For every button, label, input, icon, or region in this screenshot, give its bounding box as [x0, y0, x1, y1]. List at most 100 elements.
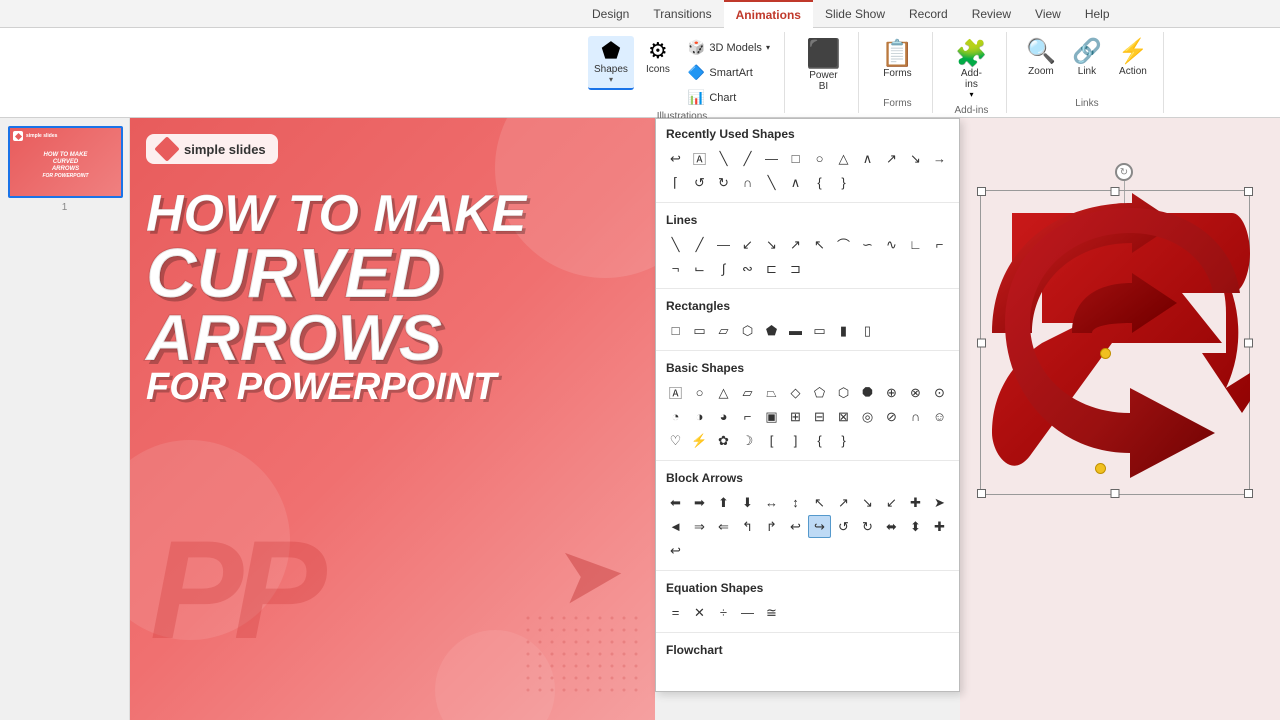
line-arrow-bl[interactable]: ↙ — [736, 233, 759, 256]
shape-triangle[interactable]: △ — [832, 147, 855, 170]
tab-help[interactable]: Help — [1073, 0, 1122, 28]
rect-snip3[interactable]: ▭ — [808, 319, 831, 342]
line-wave2[interactable]: ∿ — [880, 233, 903, 256]
shape-arrow-br[interactable]: ↗ — [880, 147, 903, 170]
line-corner1[interactable]: ∟ — [904, 233, 927, 256]
basic-text[interactable]: 🄰 — [664, 381, 687, 404]
line-corner4[interactable]: ⌙ — [688, 257, 711, 280]
shape-line1[interactable]: ╲ — [712, 147, 735, 170]
shape-curve-arrow[interactable]: ↩ — [664, 147, 687, 170]
rotate-handle[interactable]: ↻ — [1115, 163, 1133, 181]
rect-round2[interactable]: ▱ — [712, 319, 735, 342]
ba-dl[interactable]: ↙ — [880, 491, 903, 514]
basic-c1[interactable]: ⊕ — [880, 381, 903, 404]
line-conn2[interactable]: ⊐ — [784, 257, 807, 280]
basic-bracer[interactable]: } — [832, 429, 855, 452]
shape-wave[interactable]: ↺ — [688, 171, 711, 194]
line-corner2[interactable]: ⌐ — [928, 233, 951, 256]
basic-penta[interactable]: ⬠ — [808, 381, 831, 404]
ba-loop-r[interactable]: ↻ — [856, 515, 879, 538]
ba-ul[interactable]: ↖ — [808, 491, 831, 514]
basic-lightning[interactable]: ⚡ — [688, 429, 711, 452]
3dmodels-button[interactable]: 🎲 3D Models ▾ — [682, 36, 776, 59]
ba-quad[interactable]: ⬍ — [904, 515, 927, 538]
basic-plaque[interactable]: ⊞ — [784, 405, 807, 428]
rect-snip2[interactable]: ⬟ — [760, 319, 783, 342]
shape-arrow-bl[interactable]: ↘ — [904, 147, 927, 170]
ba-ud[interactable]: ↕ — [784, 491, 807, 514]
ba-curved-right[interactable]: ↪ — [808, 515, 831, 538]
basic-hex[interactable]: ⬡ — [832, 381, 855, 404]
eq-approx[interactable]: ≅ — [760, 601, 783, 624]
line-connector[interactable]: ⊏ — [760, 257, 783, 280]
basic-pie[interactable]: ◔ — [664, 405, 687, 428]
tab-record[interactable]: Record — [897, 0, 960, 28]
slide-thumbnail[interactable]: simple slides HOW TO MAKECURVEDARROWSFOR… — [8, 126, 123, 198]
line-curve1[interactable]: ∫ — [712, 257, 735, 280]
basic-can[interactable]: ⊟ — [808, 405, 831, 428]
ba-dr[interactable]: ↘ — [856, 491, 879, 514]
shape-brace-l[interactable]: ⌈ — [664, 171, 687, 194]
eq-divide[interactable]: ÷ — [712, 601, 735, 624]
basic-bracketr[interactable]: ] — [784, 429, 807, 452]
eq-minus[interactable]: — — [736, 601, 759, 624]
rect-round3[interactable]: ▬ — [784, 319, 807, 342]
eq-multiply[interactable]: ✕ — [688, 601, 711, 624]
tab-design[interactable]: Design — [580, 0, 641, 28]
tab-animations[interactable]: Animations — [724, 0, 813, 28]
ba-right[interactable]: ➡ — [688, 491, 711, 514]
ba-notch-l[interactable]: ◄ — [664, 515, 687, 538]
yellow-handle-2[interactable] — [1095, 463, 1106, 474]
basic-sun[interactable]: ✿ — [712, 429, 735, 452]
powerbi-button[interactable]: ⬛ PowerBI — [800, 36, 847, 96]
basic-trapezoid[interactable]: ⏢ — [760, 381, 783, 404]
tab-slideshow[interactable]: Slide Show — [813, 0, 897, 28]
ba-4way[interactable]: ✚ — [904, 491, 927, 514]
rect-snip1[interactable]: ⬡ — [736, 319, 759, 342]
smartart-button[interactable]: 🔷 SmartArt — [682, 61, 776, 84]
link-button[interactable]: 🔗 Link — [1065, 36, 1109, 81]
basic-c2[interactable]: ⊗ — [904, 381, 927, 404]
rect-square[interactable]: □ — [664, 319, 687, 342]
eq-equals[interactable]: = — [664, 601, 687, 624]
basic-oct[interactable]: ⯃ — [856, 381, 879, 404]
ba-down[interactable]: ⬇ — [736, 491, 759, 514]
shapes-button[interactable]: ⬟ Shapes ▾ — [588, 36, 634, 90]
basic-donut[interactable]: ◎ — [856, 405, 879, 428]
shape-diag[interactable]: ╲ — [760, 171, 783, 194]
rect-snip4[interactable]: ▮ — [832, 319, 855, 342]
ba-up[interactable]: ⬆ — [712, 491, 735, 514]
line-straight[interactable]: ╲ — [664, 233, 687, 256]
shape-rect[interactable]: □ — [784, 147, 807, 170]
ba-stripe-r[interactable]: ⇒ — [688, 515, 711, 538]
line-scribble[interactable]: ∾ — [736, 257, 759, 280]
ba-ur[interactable]: ↗ — [832, 491, 855, 514]
basic-c3[interactable]: ⊙ — [928, 381, 951, 404]
basic-ellipse[interactable]: ○ — [688, 381, 711, 404]
shapes-panel-inner[interactable]: Recently Used Shapes ↩ 🄰 ╲ ╱ — □ ○ △ ∧ ↗… — [656, 119, 959, 691]
basic-moon[interactable]: ☽ — [736, 429, 759, 452]
basic-frame[interactable]: ▣ — [760, 405, 783, 428]
tab-transitions[interactable]: Transitions — [641, 0, 723, 28]
basic-diamond[interactable]: ◇ — [784, 381, 807, 404]
rect-snip5[interactable]: ▯ — [856, 319, 879, 342]
line-wave1[interactable]: ∽ — [856, 233, 879, 256]
forms-button[interactable]: 📋 Forms — [875, 36, 919, 83]
ba-curve-r[interactable]: ↱ — [760, 515, 783, 538]
shape-cap[interactable]: ∩ — [736, 171, 759, 194]
basic-corner[interactable]: ⌐ — [736, 405, 759, 428]
icons-button[interactable]: ⚙ Icons — [636, 36, 680, 79]
ba-notch-r[interactable]: ➤ — [928, 491, 951, 514]
shape-right-tri[interactable]: ∧ — [856, 147, 879, 170]
ba-loop-l[interactable]: ↺ — [832, 515, 855, 538]
line-horiz[interactable]: — — [712, 233, 735, 256]
ba-lr[interactable]: ↔ — [760, 491, 783, 514]
line-arrow-br[interactable]: ↘ — [760, 233, 783, 256]
basic-noreq[interactable]: ⊘ — [880, 405, 903, 428]
basic-smiley[interactable]: ☺ — [928, 405, 951, 428]
shape-bracket-r[interactable]: } — [832, 171, 855, 194]
action-button[interactable]: ⚡ Action — [1111, 36, 1155, 81]
line-slash[interactable]: ╱ — [688, 233, 711, 256]
line-arc[interactable]: ⌒ — [832, 233, 855, 256]
ba-left[interactable]: ⬅ — [664, 491, 687, 514]
